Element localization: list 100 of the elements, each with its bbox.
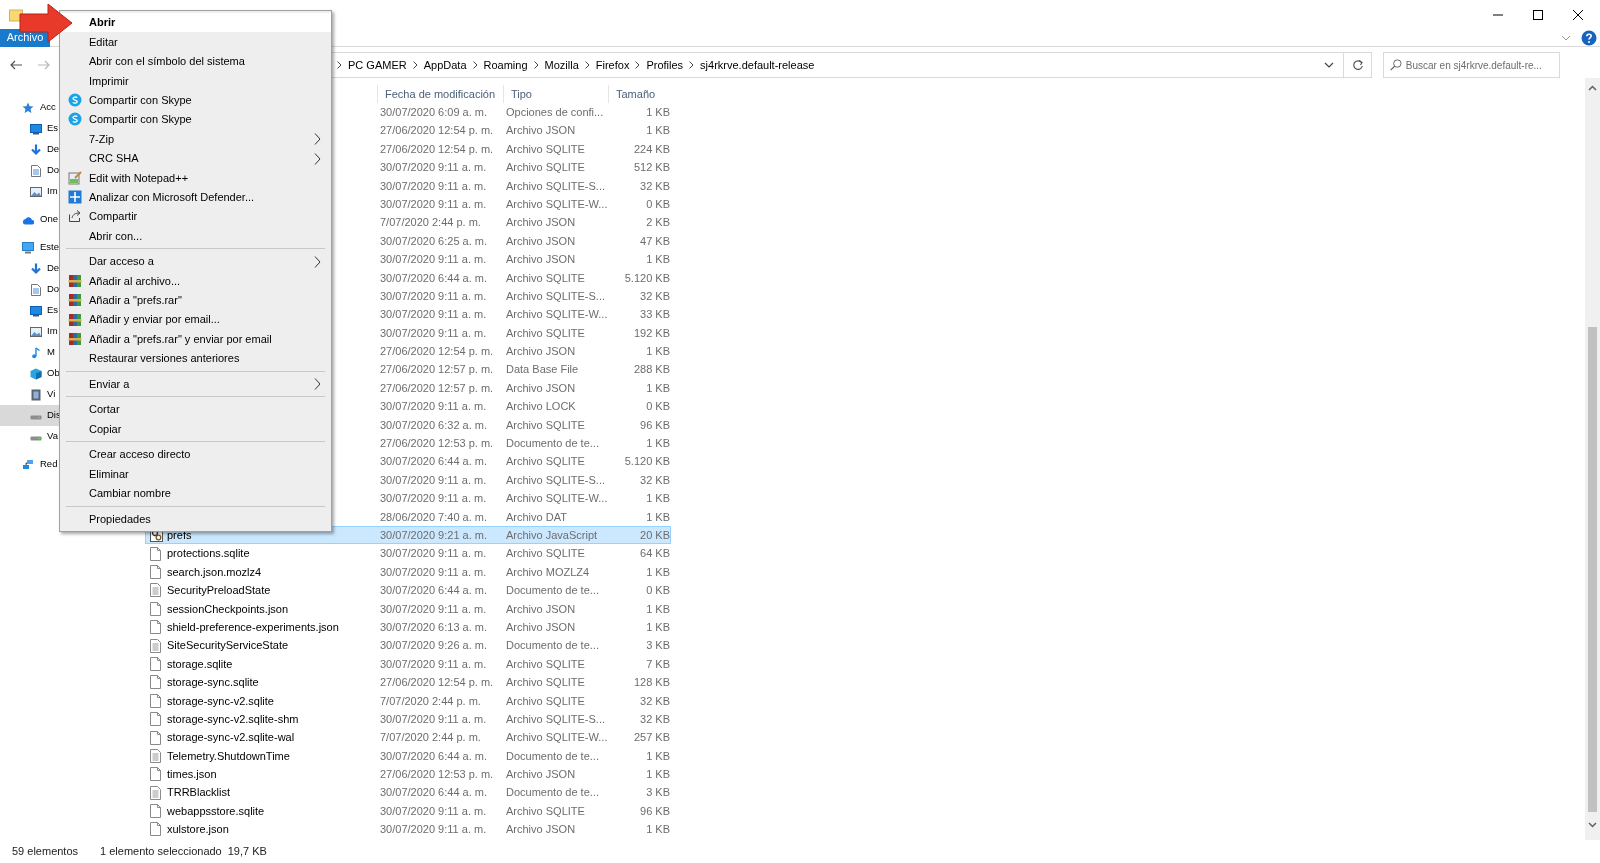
type-cell-text: Documento de te... <box>505 785 600 801</box>
menu-item[interactable]: Compartir con Skype <box>60 109 331 130</box>
file-row[interactable]: storage-sync-v2.sqlite 7/07/2020 2:44 p. m. Archivo SQLITE 32 KB <box>145 691 671 710</box>
menu-item[interactable]: Copiar <box>60 419 331 439</box>
menu-item[interactable]: Propiedades <box>60 509 331 529</box>
sidebar-item[interactable]: Es <box>0 118 59 139</box>
type-cell-text: Archivo JSON <box>505 252 577 268</box>
menu-item[interactable]: Edit with Notepad++ <box>60 168 331 188</box>
sidebar-item[interactable]: Im <box>0 181 59 202</box>
breadcrumb[interactable]: Mozilla <box>544 56 579 74</box>
sidebar-item[interactable]: M <box>0 342 59 363</box>
books-icon <box>68 331 82 346</box>
menu-item[interactable]: Añadir a "prefs.rar" <box>60 290 331 311</box>
date-cell-text: 27/06/2020 12:57 p. m. <box>379 362 495 378</box>
breadcrumb[interactable]: PC GAMER <box>348 56 407 74</box>
desktop-icon <box>30 122 42 135</box>
type-cell-text: Documento de te... <box>505 583 600 599</box>
sidebar-item[interactable]: Ob <box>0 363 59 384</box>
menu-item[interactable]: Restaurar versiones anteriores <box>60 348 331 369</box>
file-row[interactable]: protections.sqlite 30/07/2020 9:11 a. m. Archivo SQLITE 64 KB <box>145 544 671 563</box>
sidebar-item[interactable]: De <box>0 139 59 160</box>
menu-item[interactable]: Dar acceso a <box>60 251 331 272</box>
file-name: storage-sync-v2.sqlite-shm <box>167 711 299 727</box>
size-cell-text: 1 KB <box>645 252 670 268</box>
size-cell-text: 1 KB <box>645 822 670 838</box>
file-name: times.json <box>167 767 217 783</box>
sidebar-item[interactable]: Acc <box>0 97 59 118</box>
date-cell-text: 30/07/2020 6:32 a. m. <box>379 417 489 433</box>
menu-item[interactable]: Cortar <box>60 400 331 420</box>
scrollbar[interactable] <box>1585 78 1600 840</box>
file-row[interactable]: storage-sync-v2.sqlite-shm 30/07/2020 9:11 a. m. Archivo SQLITE-S... 32 KB <box>145 709 671 729</box>
file-row[interactable]: storage.sqlite 30/07/2020 9:11 a. m. Archivo SQLITE 7 KB <box>145 654 671 674</box>
sidebar-item[interactable]: Va <box>0 426 59 447</box>
menu-item[interactable]: Añadir al archivo... <box>60 271 331 291</box>
size-cell-text: 1 KB <box>645 436 670 452</box>
date-cell-text: 27/06/2020 12:53 p. m. <box>379 767 495 783</box>
sidebar-item[interactable]: Vi <box>0 384 59 405</box>
date-cell-text: 30/07/2020 9:11 a. m. <box>379 472 488 488</box>
date-cell-text: 27/06/2020 12:54 p. m. <box>379 675 495 691</box>
file-row[interactable]: xulstore.json 30/07/2020 9:11 a. m. Archivo JSON 1 KB <box>145 820 671 839</box>
size-cell-text: 96 KB <box>639 803 670 819</box>
sidebar-item[interactable]: Im <box>0 321 59 342</box>
menu-item[interactable]: Eliminar <box>60 464 331 484</box>
file-row[interactable]: times.json 27/06/2020 12:53 p. m. Archivo JSON 1 KB <box>145 765 671 784</box>
breadcrumb[interactable]: Profiles <box>646 56 684 74</box>
scroll-down-icon[interactable] <box>1588 820 1597 829</box>
date-cell-text: 30/07/2020 9:11 a. m. <box>379 196 488 212</box>
sidebar-item[interactable]: One <box>0 209 59 230</box>
file-row[interactable]: storage-sync.sqlite 27/06/2020 12:54 p. m. Archivo SQLITE 128 KB <box>145 673 671 692</box>
sidebar-item[interactable]: Este <box>0 237 59 258</box>
breadcrumb[interactable]: Roaming <box>483 56 528 74</box>
sidebar-item[interactable]: Es <box>0 300 59 321</box>
breadcrumb[interactable]: AppData <box>423 56 467 74</box>
menu-item[interactable]: Añadir y enviar por email... <box>60 310 331 330</box>
menu-item[interactable]: Compartir con Skype <box>60 90 331 110</box>
file-name: storage-sync.sqlite <box>167 675 259 691</box>
column-header[interactable]: Fecha de modificación <box>377 85 503 103</box>
sidebar-item[interactable]: Do <box>0 160 59 181</box>
file-row[interactable]: storage-sync-v2.sqlite-wal 7/07/2020 2:44 p. m. Archivo SQLITE-W... 257 KB <box>145 728 671 747</box>
file-row[interactable]: webappsstore.sqlite 30/07/2020 9:11 a. m. Archivo SQLITE 96 KB <box>145 801 671 821</box>
date-cell-text: 27/06/2020 12:57 p. m. <box>379 380 495 396</box>
menu-item[interactable]: CRC SHA <box>60 148 331 169</box>
search-box[interactable]: Buscar en sj4rkrve.default-re... <box>1383 52 1560 78</box>
type-cell-text: Documento de te... <box>505 748 600 764</box>
type-cell-text: Archivo JSON <box>505 215 577 231</box>
file-row[interactable]: TRRBlacklist 30/07/2020 6:44 a. m. Documento de te... 3 KB <box>145 783 671 802</box>
file-name: prefs <box>167 528 192 543</box>
date-cell-text: 30/07/2020 9:11 a. m. <box>379 601 488 617</box>
file-icon <box>150 804 163 819</box>
file-row[interactable]: shield-preference-experiments.json 30/07/2020 6:13 a. m. Archivo JSON 1 KB <box>145 617 671 637</box>
file-row[interactable]: sessionCheckpoints.json 30/07/2020 9:11 a. m. Archivo JSON 1 KB <box>145 599 671 618</box>
sidebar-item[interactable]: Do <box>0 279 59 300</box>
menu-item[interactable]: Abrir con... <box>60 226 331 246</box>
file-name: TRRBlacklist <box>167 785 230 801</box>
file-row[interactable]: SecurityPreloadState 30/07/2020 6:44 a. m. Documento de te... 0 KB <box>145 581 671 600</box>
breadcrumb[interactable]: Firefox <box>595 56 630 74</box>
scroll-up-icon[interactable] <box>1588 84 1597 93</box>
file-icon <box>150 785 163 800</box>
menu-item[interactable]: Cambiar nombre <box>60 483 331 504</box>
size-cell-text: 1 KB <box>645 564 670 580</box>
menu-item[interactable]: Editar <box>60 32 331 52</box>
column-header[interactable]: Tipo <box>503 85 608 103</box>
menu-item[interactable]: Crear acceso directo <box>60 444 331 465</box>
file-name: storage-sync-v2.sqlite <box>167 693 274 709</box>
file-row[interactable]: search.json.mozlz4 30/07/2020 9:11 a. m. Archivo MOZLZ4 1 KB <box>145 562 671 582</box>
menu-item[interactable]: Analizar con Microsoft Defender... <box>60 187 331 207</box>
file-row[interactable]: SiteSecurityServiceState 30/07/2020 9:26 a. m. Documento de te... 3 KB <box>145 636 671 655</box>
menu-item[interactable]: Compartir <box>60 206 331 227</box>
menu-item[interactable]: Abrir <box>60 13 331 33</box>
sidebar-item[interactable]: De <box>0 258 59 279</box>
menu-item[interactable]: Enviar a <box>60 374 331 394</box>
sidebar-item[interactable]: Red <box>0 454 59 475</box>
type-cell-text: Documento de te... <box>505 436 600 452</box>
date-cell-text: 30/07/2020 9:11 a. m. <box>379 564 488 580</box>
column-header[interactable]: Tamaño <box>608 85 670 103</box>
file-icon <box>150 638 163 653</box>
breadcrumb[interactable]: sj4rkrve.default-release <box>700 56 815 74</box>
file-row[interactable]: Telemetry.ShutdownTime 30/07/2020 6:44 a. m. Documento de te... 1 KB <box>145 746 671 766</box>
menu-item[interactable]: 7-Zip <box>60 129 331 149</box>
menu-item[interactable]: Añadir a "prefs.rar" y enviar por email <box>60 329 331 349</box>
